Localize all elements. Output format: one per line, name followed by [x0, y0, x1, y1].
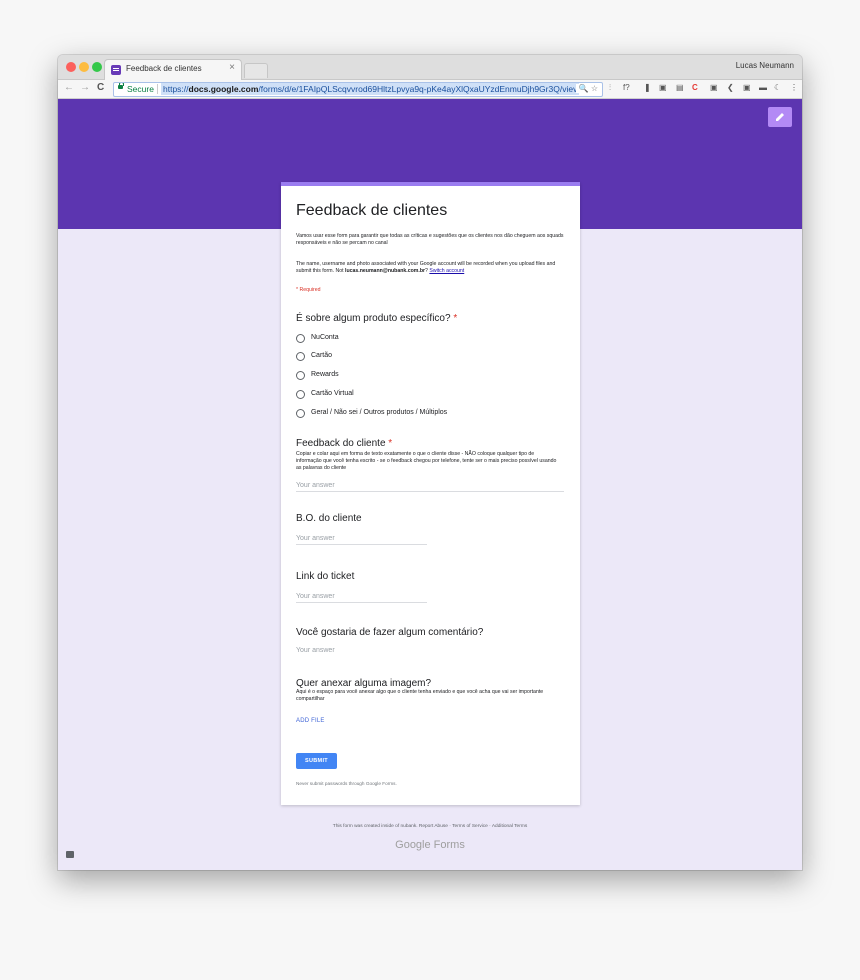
feedback-help-text: Copiar e colar aqui em forma de texto ex…	[296, 451, 557, 471]
option-label: Geral / Não sei / Outros produtos / Múlt…	[311, 409, 448, 416]
radio-icon[interactable]	[296, 371, 305, 380]
radio-icon[interactable]	[296, 390, 305, 399]
extension-icon[interactable]: f?	[623, 83, 630, 92]
account-notice: The name, username and photo associated …	[296, 261, 564, 275]
pencil-icon	[776, 113, 784, 121]
submit-button[interactable]: SUBMIT	[296, 753, 337, 769]
switch-account-link[interactable]: Switch account	[429, 268, 464, 274]
image-help-text: Aqui é o espaço para você anexar algo qu…	[296, 689, 544, 702]
required-star: *	[453, 313, 458, 324]
extension-icon[interactable]: ⋮	[790, 83, 798, 92]
extension-icon[interactable]: ▤	[676, 83, 684, 92]
secure-label: Secure	[127, 84, 154, 94]
extension-icon[interactable]: ❚	[644, 83, 651, 92]
close-window-button[interactable]	[66, 62, 76, 72]
option-label: Rewards	[311, 371, 339, 378]
extension-icon[interactable]: ▬	[759, 83, 767, 92]
form-footer: This form was created inside of nubank. …	[332, 824, 528, 829]
tab-close-icon[interactable]: ×	[229, 62, 235, 73]
reload-icon[interactable]: C	[97, 82, 104, 93]
question-ticket-title: Link do ticket	[296, 571, 355, 582]
question-product-title: É sobre algum produto específico? *	[296, 313, 457, 324]
add-file-button[interactable]: ADD FILE	[296, 718, 325, 724]
browser-toolbar: ← → C Secure https://docs.google.com/for…	[58, 80, 802, 99]
question-product-label: É sobre algum produto específico?	[296, 313, 451, 324]
maximize-window-button[interactable]	[92, 62, 102, 72]
form-card: Feedback de clientes Vamos usar esse for…	[281, 182, 580, 805]
back-arrow-icon[interactable]: ←	[64, 82, 74, 93]
url-host: docs.google.com	[188, 84, 259, 94]
url-path: /forms/d/e/1FAIpQLScqvvrod69HltzLpvya9q-…	[258, 84, 578, 94]
required-note: * Required	[296, 287, 321, 293]
feedback-answer-input[interactable]: Your answer	[296, 482, 564, 492]
extension-icon[interactable]: ☾	[774, 83, 781, 92]
required-star: *	[388, 438, 393, 449]
address-bar[interactable]: Secure https://docs.google.com/forms/d/e…	[113, 82, 603, 97]
question-comment-title: Você gostaria de fazer algum comentário?	[296, 627, 484, 638]
url-text[interactable]: https://docs.google.com/forms/d/e/1FAIpQ…	[161, 83, 580, 95]
address-separator	[157, 84, 158, 94]
extension-icon[interactable]: ▣	[743, 83, 751, 92]
radio-icon[interactable]	[296, 334, 305, 343]
option-label: Cartão	[311, 352, 333, 359]
extension-icon[interactable]: ❮	[727, 83, 734, 92]
browser-tab[interactable]: Feedback de clientes ×	[104, 59, 242, 80]
profile-name[interactable]: Lucas Neumann	[736, 61, 794, 70]
minimize-window-button[interactable]	[79, 62, 89, 72]
extension-icon[interactable]: C	[692, 83, 698, 92]
form-description: Vamos usar esse form para garantir que t…	[296, 233, 564, 246]
search-star-icons[interactable]: 🔍 ☆	[575, 84, 598, 93]
question-feedback-label: Feedback do cliente	[296, 438, 386, 449]
ticket-answer-input[interactable]: Your answer	[296, 593, 427, 603]
question-feedback-title: Feedback do cliente *	[296, 438, 392, 449]
notice-email: lucas.neumann@nubank.com.br	[345, 268, 426, 274]
extension-icon[interactable]: ⫶	[609, 83, 611, 93]
bo-answer-input[interactable]: Your answer	[296, 535, 427, 545]
tab-bar: Feedback de clientes × Lucas Neumann	[58, 55, 802, 80]
report-feedback-icon[interactable]	[66, 851, 74, 858]
question-image-title: Quer anexar alguma imagem?	[296, 678, 432, 689]
password-warning: Never submit passwords through Google Fo…	[296, 781, 397, 786]
form-title: Feedback de clientes	[296, 202, 448, 219]
google-forms-logo: Google Forms	[395, 839, 465, 851]
option-label: NuConta	[311, 334, 339, 341]
extension-icon[interactable]: ▣	[710, 83, 718, 92]
option-label: Cartão Virtual	[311, 390, 354, 397]
edit-pencil-button[interactable]	[768, 107, 792, 127]
question-bo-title: B.O. do cliente	[296, 513, 362, 524]
forward-arrow-icon[interactable]: →	[80, 82, 90, 93]
new-tab-button[interactable]	[244, 63, 268, 78]
comment-answer-input[interactable]: Your answer	[296, 647, 335, 656]
extension-icon[interactable]: ▣	[659, 83, 667, 92]
lock-icon	[118, 83, 124, 89]
tab-title: Feedback de clientes	[126, 64, 202, 73]
forms-favicon-icon	[111, 65, 121, 75]
radio-icon[interactable]	[296, 352, 305, 361]
url-scheme: https://	[163, 84, 189, 94]
radio-icon[interactable]	[296, 409, 305, 418]
browser-window: Feedback de clientes × Lucas Neumann ← →…	[58, 55, 802, 870]
